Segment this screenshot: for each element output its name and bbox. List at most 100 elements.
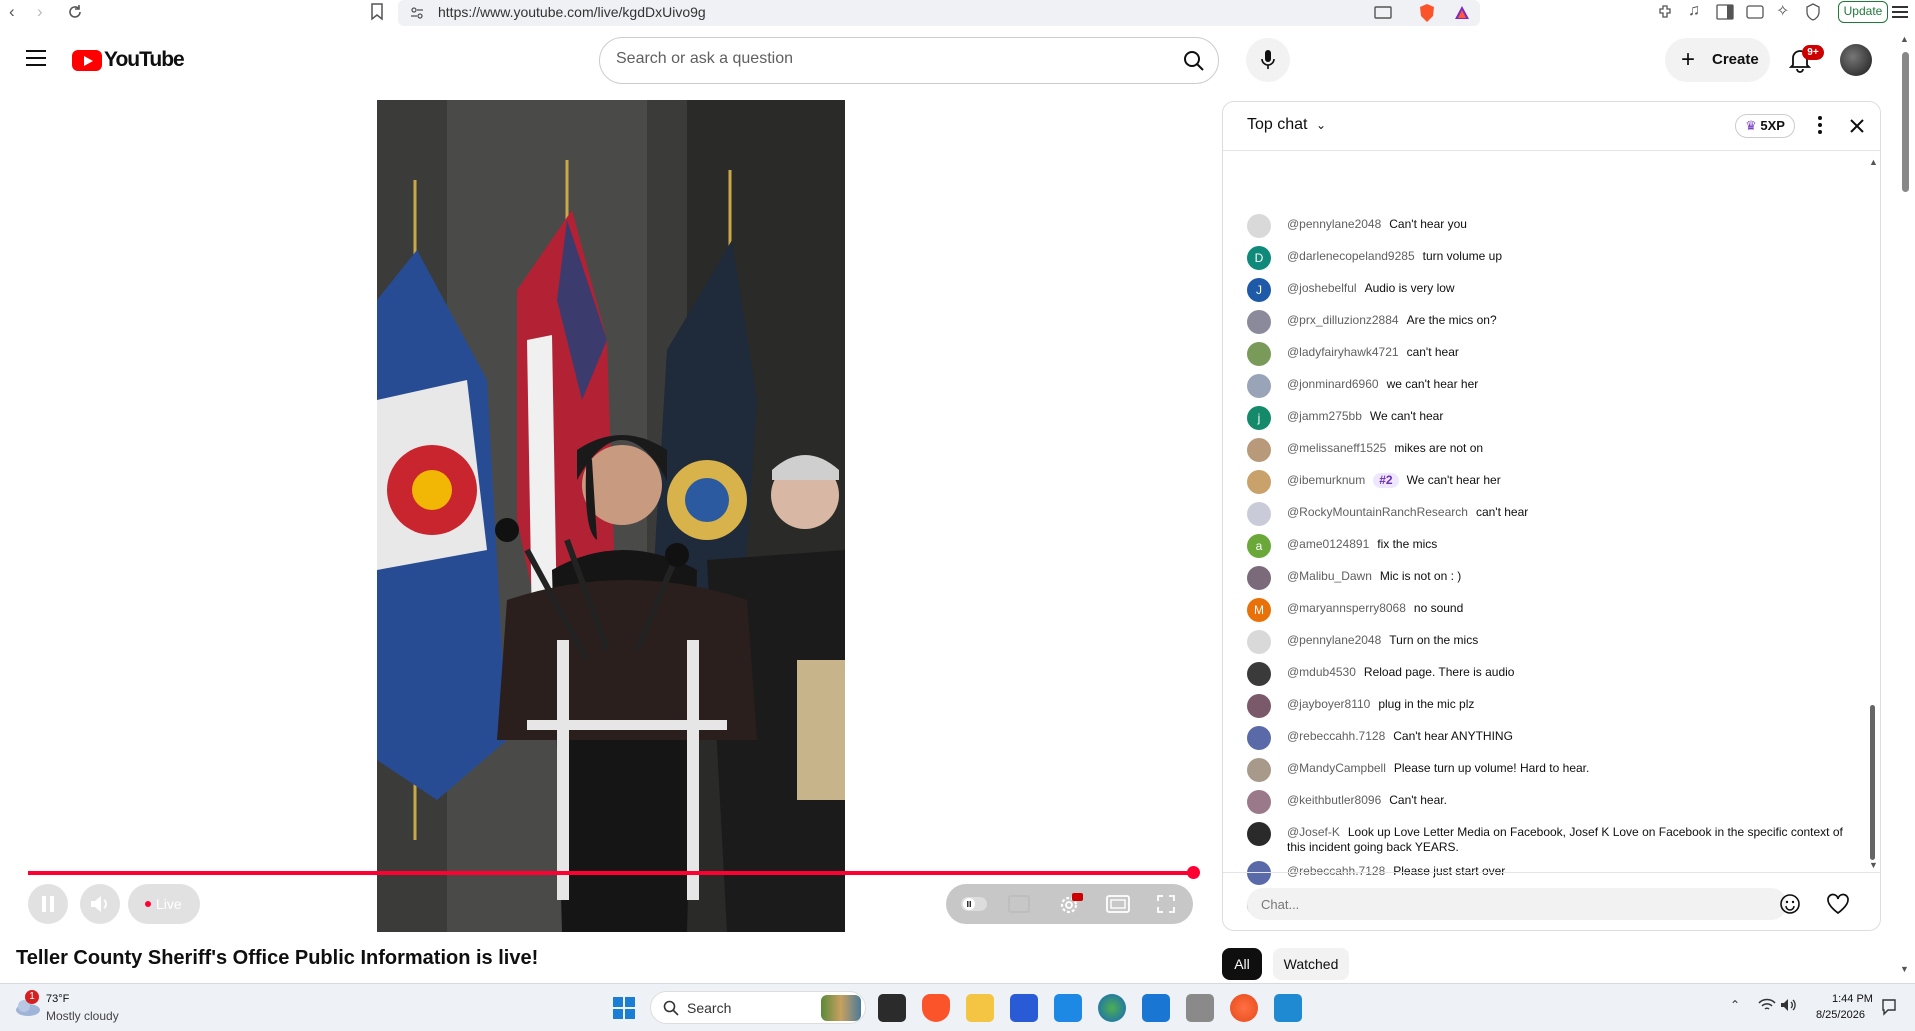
close-icon[interactable] — [1849, 118, 1865, 134]
chat-scrollbar-thumb[interactable] — [1870, 705, 1875, 860]
chat-author-avatar[interactable] — [1247, 310, 1271, 334]
chat-author-name[interactable]: @jayboyer8110 — [1287, 697, 1370, 711]
chat-author-avatar[interactable]: J — [1247, 278, 1271, 302]
filter-chip-all[interactable]: All — [1222, 948, 1262, 980]
weather-temperature[interactable]: 73°F — [46, 993, 69, 1005]
back-arrow-icon[interactable]: ‹ — [9, 2, 15, 22]
media-icon[interactable]: ♫ — [1688, 2, 1700, 20]
chat-author-avatar[interactable] — [1247, 374, 1271, 398]
brave-rewards-icon[interactable] — [1453, 4, 1471, 22]
chat-author-avatar[interactable] — [1247, 822, 1271, 846]
chat-author-name[interactable]: @keithbutler8096 — [1287, 793, 1381, 807]
video-player[interactable] — [377, 100, 845, 932]
chat-author-avatar[interactable] — [1247, 726, 1271, 750]
chat-author-avatar[interactable]: M — [1247, 598, 1271, 622]
account-avatar[interactable] — [1840, 44, 1872, 76]
progress-bar[interactable] — [28, 871, 1194, 875]
chat-message-list[interactable]: @pennylane2048 Can't hear you D @darlenecop… — [1223, 154, 1863, 917]
more-options-icon[interactable] — [1818, 116, 1822, 134]
chat-author-name[interactable]: @jonminard6960 — [1287, 377, 1379, 391]
chat-input[interactable] — [1247, 888, 1787, 920]
chat-author-avatar[interactable] — [1247, 502, 1271, 526]
chat-author-name[interactable]: @mdub4530 — [1287, 665, 1356, 679]
notepad-icon[interactable] — [1054, 994, 1082, 1022]
page-scrollbar-thumb[interactable] — [1902, 52, 1909, 192]
chat-author-name[interactable]: @prx_dilluzionz2884 — [1287, 313, 1399, 327]
speaker-icon[interactable] — [1780, 998, 1798, 1012]
vscode-icon[interactable] — [1274, 994, 1302, 1022]
chat-author-name[interactable]: @Josef-K — [1287, 825, 1340, 839]
chat-author-name[interactable]: @joshebelful — [1287, 281, 1357, 295]
cast-icon[interactable] — [1374, 6, 1392, 20]
youtube-logo-icon[interactable] — [72, 50, 102, 71]
chat-author-avatar[interactable] — [1247, 214, 1271, 238]
chat-mode-dropdown[interactable]: Top chat ⌄ — [1247, 116, 1326, 134]
chat-author-name[interactable]: @pennylane2048 — [1287, 633, 1381, 647]
search-icon[interactable] — [1183, 50, 1205, 72]
chat-author-name[interactable]: @pennylane2048 — [1287, 217, 1381, 231]
store-app-icon[interactable] — [1142, 994, 1170, 1022]
vpn-shield-icon[interactable] — [1805, 3, 1821, 21]
brave-shield-icon[interactable] — [1418, 3, 1436, 23]
wifi-icon[interactable] — [1758, 998, 1776, 1012]
address-bar[interactable]: https://www.youtube.com/live/kgdDxUivo9g — [398, 0, 1480, 26]
fullscreen-icon[interactable] — [1156, 894, 1176, 914]
task-view-icon[interactable] — [878, 994, 906, 1022]
windows-start-icon[interactable] — [612, 996, 636, 1020]
forward-arrow-icon[interactable]: › — [37, 2, 43, 22]
chat-author-avatar[interactable]: a — [1247, 534, 1271, 558]
powershell-icon[interactable] — [1010, 994, 1038, 1022]
search-input[interactable] — [616, 50, 1136, 68]
chat-author-name[interactable]: @jamm275bb — [1287, 409, 1362, 423]
brave-browser-icon[interactable] — [922, 994, 950, 1022]
pen-app-icon[interactable] — [1186, 994, 1214, 1022]
chat-author-avatar[interactable] — [1247, 758, 1271, 782]
chat-author-name[interactable]: @MandyCampbell — [1287, 761, 1386, 775]
chat-author-avatar[interactable] — [1247, 438, 1271, 462]
chat-author-name[interactable]: @melissaneff1525 — [1287, 441, 1386, 455]
chat-author-avatar[interactable]: j — [1247, 406, 1271, 430]
sidebar-icon[interactable] — [1716, 4, 1734, 20]
chat-author-name[interactable]: @RockyMountainRanchResearch — [1287, 505, 1468, 519]
clock-time[interactable]: 1:44 PM — [1832, 993, 1873, 1005]
settings-gear-icon[interactable] — [1058, 892, 1084, 916]
chat-author-name[interactable]: @ibemurknum — [1287, 473, 1365, 487]
chat-author-avatar[interactable] — [1247, 790, 1271, 814]
browser-menu-icon[interactable] — [1892, 6, 1908, 18]
chat-author-avatar[interactable] — [1247, 662, 1271, 686]
bookmark-icon[interactable] — [370, 3, 384, 21]
filter-chip-watched[interactable]: Watched — [1273, 948, 1349, 980]
chat-author-name[interactable]: @Malibu_Dawn — [1287, 569, 1372, 583]
chat-author-avatar[interactable] — [1247, 566, 1271, 590]
pause-button[interactable] — [28, 884, 68, 924]
update-button[interactable]: Update — [1838, 1, 1888, 23]
show-hidden-icons-icon[interactable]: ⌃ — [1730, 998, 1740, 1012]
reload-icon[interactable] — [66, 3, 84, 21]
chat-author-name[interactable]: @ame0124891 — [1287, 537, 1369, 551]
chat-author-name[interactable]: @rebeccahh.7128 — [1287, 729, 1385, 743]
weather-description[interactable]: Mostly cloudy — [46, 1009, 119, 1023]
voice-search-button[interactable] — [1246, 38, 1290, 82]
theater-mode-icon[interactable] — [1106, 894, 1130, 914]
chat-author-name[interactable]: @darlenecopeland9285 — [1287, 249, 1415, 263]
chat-author-name[interactable]: @ladyfairyhawk4721 — [1287, 345, 1399, 359]
chat-author-avatar[interactable]: D — [1247, 246, 1271, 270]
wallet-icon[interactable] — [1746, 4, 1764, 20]
chat-author-avatar[interactable] — [1247, 470, 1271, 494]
chat-author-name[interactable]: @maryannsperry8068 — [1287, 601, 1406, 615]
chat-author-avatar[interactable] — [1247, 342, 1271, 366]
notifications-center-icon[interactable] — [1880, 998, 1898, 1016]
leo-ai-icon[interactable]: ✧ — [1776, 1, 1789, 21]
live-badge[interactable]: Live — [128, 884, 200, 924]
clock-date[interactable]: 8/25/2026 — [1816, 1009, 1865, 1021]
claude-app-icon[interactable] — [1230, 994, 1258, 1022]
heart-icon[interactable] — [1826, 893, 1850, 915]
extensions-icon[interactable] — [1656, 3, 1674, 21]
guide-menu-icon[interactable] — [26, 50, 46, 66]
taskbar-search[interactable]: Search — [650, 991, 866, 1024]
create-button[interactable]: + Create — [1665, 38, 1770, 82]
emoji-icon[interactable] — [1779, 893, 1801, 915]
subtitles-icon[interactable] — [1008, 895, 1030, 913]
file-explorer-icon[interactable] — [966, 994, 994, 1022]
youtube-logo-text[interactable]: YouTube — [104, 48, 185, 72]
